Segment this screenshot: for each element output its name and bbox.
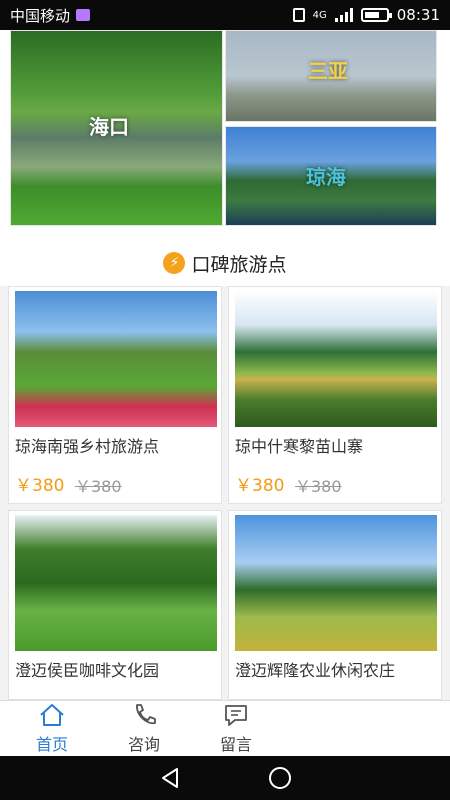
circle-home-icon bbox=[269, 767, 291, 789]
lightning-icon: ⚡ bbox=[163, 252, 186, 274]
vibrate-icon bbox=[292, 8, 305, 22]
tab-home[interactable]: 首页 bbox=[6, 701, 98, 757]
spot-name: 澄迈辉隆农业休闲农庄 bbox=[235, 661, 396, 680]
spot-card[interactable]: 澄迈辉隆农业休闲农庄 bbox=[228, 510, 442, 700]
spot-old-price: ￥380 bbox=[295, 477, 342, 496]
destination-label: 琼海 bbox=[306, 165, 346, 189]
section-header: ⚡ 口碑旅游点 bbox=[0, 240, 450, 286]
spot-card[interactable]: 澄迈侯臣咖啡文化园 bbox=[8, 510, 222, 700]
spot-card[interactable]: 琼中什寒黎苗山寨 ￥380 ￥380 bbox=[228, 286, 442, 504]
spot-photo bbox=[15, 291, 217, 427]
destination-label: 海口 bbox=[89, 115, 129, 139]
spot-name: 琼海南强乡村旅游点 bbox=[15, 437, 160, 456]
bottom-tab-bar: 首页 咨询 留言 bbox=[0, 700, 450, 756]
tab-label: 咨询 bbox=[127, 735, 160, 754]
clock: 08:31 bbox=[396, 6, 440, 24]
section-title: 口碑旅游点 bbox=[191, 253, 287, 276]
spot-photo bbox=[235, 291, 437, 427]
destination-tile-qionghai[interactable]: 琼海 bbox=[225, 126, 437, 226]
status-bar: 中国移动 4G 08:31 bbox=[0, 0, 450, 30]
tab-label: 首页 bbox=[35, 735, 68, 754]
spot-name: 琼中什寒黎苗山寨 bbox=[235, 437, 364, 456]
signal-icon bbox=[334, 8, 353, 22]
home-button[interactable] bbox=[265, 763, 295, 793]
carrier-name: 中国移动 bbox=[10, 6, 71, 25]
home-icon bbox=[40, 704, 64, 726]
destination-tile-sanya[interactable]: 三亚 bbox=[225, 30, 437, 122]
spot-grid: 琼海南强乡村旅游点 ￥380 ￥380 琼中什寒黎苗山寨 ￥380 ￥380 澄… bbox=[0, 286, 450, 700]
spot-old-price: ￥380 bbox=[75, 477, 122, 496]
sim-icon bbox=[76, 9, 91, 21]
spot-card[interactable]: 琼海南强乡村旅游点 ￥380 ￥380 bbox=[8, 286, 222, 504]
destination-label: 三亚 bbox=[308, 59, 348, 83]
status-right: 4G 08:31 bbox=[292, 6, 440, 24]
spot-photo bbox=[235, 515, 437, 651]
system-nav-bar bbox=[0, 756, 450, 800]
back-icon bbox=[162, 768, 178, 788]
message-icon bbox=[225, 705, 247, 726]
spot-price: ￥380 bbox=[15, 476, 65, 496]
tab-message[interactable]: 留言 bbox=[190, 701, 282, 757]
tab-label: 留言 bbox=[219, 735, 252, 754]
spot-name: 澄迈侯臣咖啡文化园 bbox=[15, 661, 160, 680]
spot-photo bbox=[15, 515, 217, 651]
battery-icon bbox=[360, 8, 392, 22]
destination-banner: 海口 三亚 琼海 bbox=[0, 30, 450, 240]
spot-price: ￥380 bbox=[235, 476, 285, 496]
destination-tile-haikou[interactable]: 海口 bbox=[10, 30, 223, 226]
phone-icon bbox=[136, 704, 156, 725]
network-type: 4G bbox=[312, 9, 327, 21]
tab-consult[interactable]: 咨询 bbox=[98, 701, 190, 757]
back-button[interactable] bbox=[155, 763, 185, 793]
